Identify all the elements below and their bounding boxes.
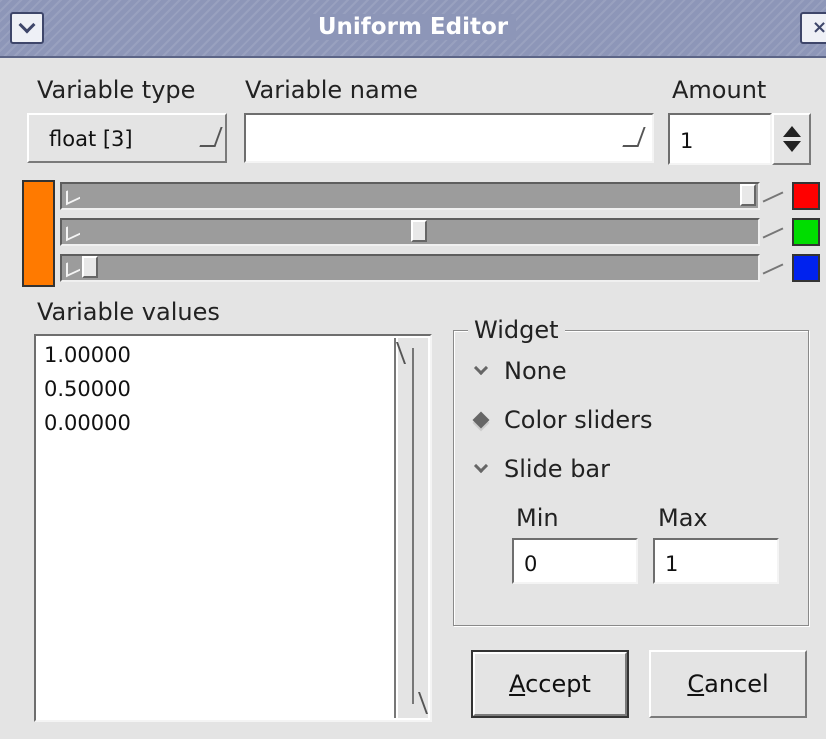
- variable-values-label: Variable values: [37, 298, 220, 326]
- slider-track[interactable]: [60, 182, 760, 210]
- min-label: Min: [516, 504, 559, 532]
- color-preview-swatch: [22, 180, 55, 287]
- max-value: 1: [665, 552, 679, 576]
- radio-color-sliders[interactable]: Color sliders: [470, 406, 653, 434]
- radio-unchecked-icon: [470, 360, 492, 382]
- slider-right-end: [762, 222, 786, 242]
- list-item[interactable]: 0.50000: [38, 372, 394, 406]
- max-label: Max: [658, 504, 708, 532]
- slider-thumb[interactable]: [411, 220, 427, 242]
- slider-thumb[interactable]: [82, 256, 98, 278]
- radio-slide-bar-label: Slide bar: [504, 455, 611, 483]
- scroll-down-icon[interactable]: [395, 692, 429, 714]
- amount-spinbox[interactable]: 1: [668, 113, 811, 165]
- widget-group-title: Widget: [468, 316, 565, 344]
- list-item[interactable]: 1.00000: [38, 338, 394, 372]
- accept-button-label: Accept: [509, 670, 591, 698]
- variable-type-label: Variable type: [37, 76, 196, 104]
- radio-slide-bar[interactable]: Slide bar: [470, 455, 610, 483]
- green-slider[interactable]: [60, 218, 788, 246]
- values-list-content[interactable]: 1.00000 0.50000 0.00000: [38, 338, 396, 718]
- values-scrollbar[interactable]: [395, 338, 429, 718]
- cancel-button[interactable]: Cancel: [649, 650, 807, 718]
- radio-unchecked-icon: [470, 458, 492, 480]
- min-input[interactable]: 0: [512, 538, 638, 584]
- radio-none-label: None: [504, 357, 567, 385]
- slider-thumb[interactable]: [740, 184, 756, 206]
- close-icon: ×: [812, 17, 826, 38]
- amount-value: 1: [680, 129, 694, 153]
- radio-none[interactable]: None: [470, 357, 567, 385]
- radio-checked-icon: [470, 409, 492, 431]
- slider-track[interactable]: [60, 254, 760, 282]
- green-channel-swatch: [792, 218, 820, 246]
- dropdown-indicator-icon: [199, 127, 223, 147]
- red-slider[interactable]: [60, 182, 788, 210]
- amount-input[interactable]: 1: [668, 113, 772, 165]
- min-value: 0: [524, 552, 538, 576]
- red-channel-swatch: [792, 182, 820, 210]
- scroll-up-icon[interactable]: [395, 342, 429, 364]
- close-button[interactable]: ×: [800, 12, 826, 44]
- slider-track[interactable]: [60, 218, 760, 246]
- variable-type-dropdown[interactable]: float [3]: [27, 113, 227, 163]
- amount-label: Amount: [672, 76, 767, 104]
- radio-color-sliders-label: Color sliders: [504, 406, 653, 434]
- variable-type-value: float [3]: [49, 127, 133, 151]
- decrement-arrow-icon[interactable]: [782, 141, 801, 152]
- variable-name-label: Variable name: [245, 76, 418, 104]
- blue-channel-swatch: [792, 254, 820, 282]
- dropdown-indicator-icon[interactable]: [622, 127, 646, 147]
- amount-stepper[interactable]: [772, 113, 811, 165]
- increment-arrow-icon[interactable]: [782, 126, 801, 137]
- scrollbar-track[interactable]: [412, 348, 414, 704]
- cancel-button-label: Cancel: [687, 670, 769, 698]
- list-item[interactable]: 0.00000: [38, 406, 394, 440]
- max-input[interactable]: 1: [653, 538, 779, 584]
- accept-button[interactable]: Accept: [471, 650, 629, 718]
- variable-name-combo[interactable]: [244, 113, 654, 163]
- variable-values-list[interactable]: 1.00000 0.50000 0.00000: [34, 334, 432, 722]
- slider-right-end: [762, 258, 786, 278]
- blue-slider[interactable]: [60, 254, 788, 282]
- window-title: Uniform Editor: [309, 14, 517, 40]
- slider-right-end: [762, 186, 786, 206]
- title-bar[interactable]: Uniform Editor ×: [0, 0, 826, 58]
